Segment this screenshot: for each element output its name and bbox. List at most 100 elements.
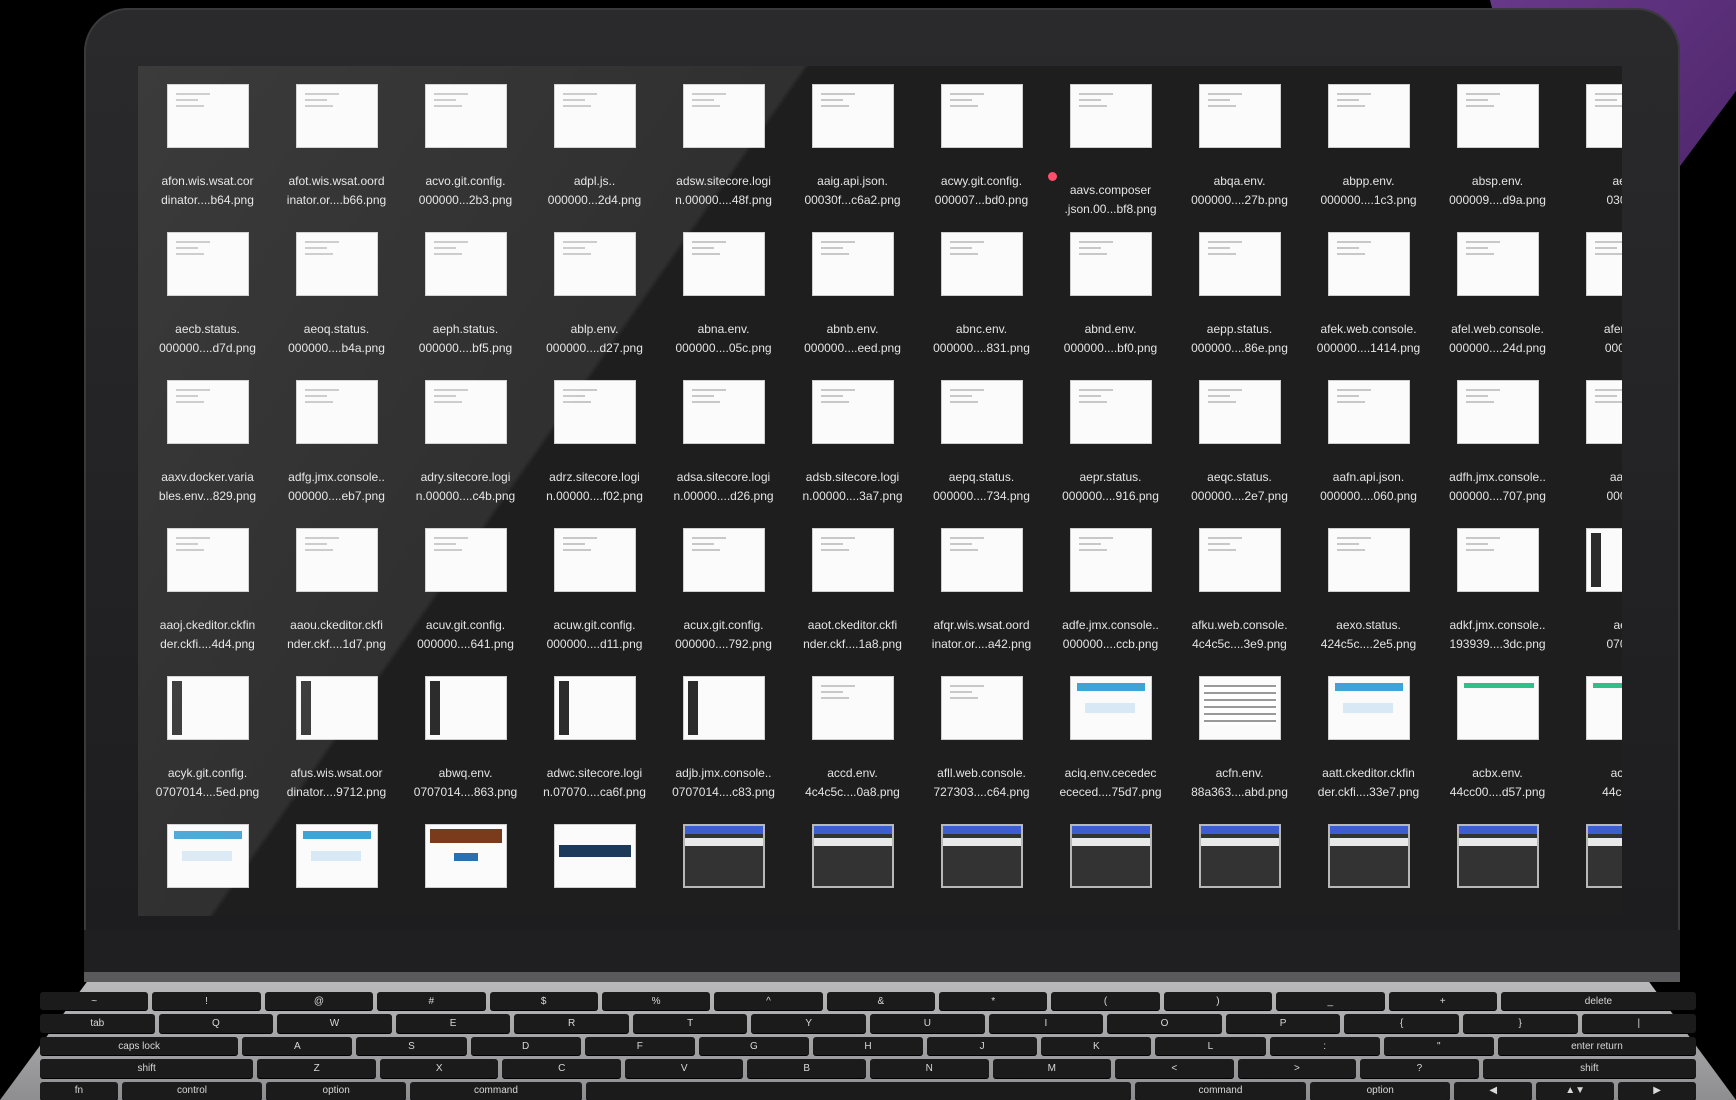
keyboard-key[interactable]: }: [1462, 1014, 1578, 1033]
keyboard-key[interactable]: delete: [1500, 992, 1696, 1011]
file-item[interactable]: adrz.sitecore.logi n.00000....f02.png: [530, 380, 659, 528]
file-item[interactable]: aaot.ckeditor.ckfi nder.ckf....1a8.png: [788, 528, 917, 676]
keyboard-key[interactable]: option: [1310, 1081, 1451, 1100]
keyboard-key[interactable]: |: [1581, 1014, 1697, 1033]
file-item[interactable]: acuw.git.config. 000000....d11.png: [530, 528, 659, 676]
file-item[interactable]: adkf.jmx.console.. 193939....3dc.png: [1433, 528, 1562, 676]
file-item[interactable]: aaig.api.json. 00030f...c6a2.png: [788, 84, 917, 232]
keyboard-key[interactable]: ~: [40, 992, 149, 1011]
file-item[interactable]: adfe.jmx.console.. 000000....ccb.png: [1046, 528, 1175, 676]
keyboard-key[interactable]: ▶: [1618, 1081, 1696, 1100]
keyboard-key[interactable]: N: [870, 1059, 989, 1078]
keyboard-key[interactable]: L: [1155, 1036, 1266, 1056]
file-item[interactable]: adjb.jmx.console.. 0707014....c83.png: [659, 676, 788, 824]
keyboard-key[interactable]: X: [379, 1059, 499, 1078]
keyboard-key[interactable]: >: [1237, 1059, 1357, 1078]
keyboard-key[interactable]: ": [1383, 1036, 1494, 1056]
keyboard-key[interactable]: !: [152, 992, 261, 1011]
file-item[interactable]: [917, 824, 1046, 916]
file-item[interactable]: afku.web.console. 4c4c5c....3e9.png: [1175, 528, 1304, 676]
file-item[interactable]: [1562, 824, 1622, 916]
keyboard-key[interactable]: V: [624, 1059, 744, 1078]
file-item[interactable]: [659, 824, 788, 916]
file-item[interactable]: abnd.env. 000000....bf0.png: [1046, 232, 1175, 380]
file-item[interactable]: aafn.api.json. 000000....060.png: [1304, 380, 1433, 528]
keyboard-key[interactable]: Y: [751, 1014, 867, 1033]
key-space[interactable]: [585, 1081, 1131, 1100]
file-item[interactable]: [530, 824, 659, 916]
file-item[interactable]: aaoj.ckeditor.ckfin der.ckfi....4d4.png: [143, 528, 272, 676]
keyboard-key[interactable]: $: [489, 992, 598, 1011]
file-item[interactable]: afek.web.console. 000000....1414.png: [1304, 232, 1433, 380]
file-item[interactable]: acuv.git.config. 000000....641.png: [401, 528, 530, 676]
keyboard-key[interactable]: P: [1225, 1014, 1341, 1033]
file-item[interactable]: [1304, 824, 1433, 916]
file-item[interactable]: acwy.git.config. 000007...bd0.png: [917, 84, 1046, 232]
file-item[interactable]: abpp.env. 000000....1c3.png: [1304, 84, 1433, 232]
file-item[interactable]: aeoq.status. 000000....b4a.png: [272, 232, 401, 380]
file-item[interactable]: acvo.git.config. 000000...2b3.png: [401, 84, 530, 232]
keyboard-key[interactable]: J: [927, 1036, 1038, 1056]
file-item[interactable]: acry.g 44cc00...: [1562, 676, 1622, 824]
keyboard-key[interactable]: fn: [40, 1081, 118, 1100]
file-item[interactable]: aatt.ckeditor.ckfin der.ckfi....33e7.png: [1304, 676, 1433, 824]
keyboard-key[interactable]: :: [1269, 1036, 1380, 1056]
keyboard-key[interactable]: ?: [1360, 1059, 1479, 1078]
file-item[interactable]: afot.wis.wsat.oord inator.or....b66.png: [272, 84, 401, 232]
file-item[interactable]: aavs.composer .json.00...bf8.png: [1046, 84, 1175, 232]
keyboard-key[interactable]: ^: [714, 992, 823, 1011]
keyboard-key[interactable]: +: [1388, 992, 1497, 1011]
file-item[interactable]: adwc.sitecore.logi n.07070....ca6f.png: [530, 676, 659, 824]
keyboard-key[interactable]: ▲▼: [1536, 1081, 1615, 1100]
file-item[interactable]: adsa.sitecore.logi n.00000....d26.png: [659, 380, 788, 528]
keyboard-key[interactable]: command: [410, 1081, 582, 1100]
file-item[interactable]: abnc.env. 000000....831.png: [917, 232, 1046, 380]
file-item[interactable]: aexo.status. 424c5c....2e5.png: [1304, 528, 1433, 676]
file-item[interactable]: absp.env. 000009....d9a.png: [1433, 84, 1562, 232]
keyboard-key[interactable]: K: [1041, 1036, 1152, 1056]
keyboard-key[interactable]: caps lock: [40, 1036, 239, 1056]
keyboard-key[interactable]: tab: [40, 1014, 155, 1033]
file-item[interactable]: abnb.env. 000000....eed.png: [788, 232, 917, 380]
keyboard-key[interactable]: control: [121, 1081, 263, 1100]
keyboard-key[interactable]: @: [264, 992, 374, 1011]
keyboard-key[interactable]: #: [377, 992, 486, 1011]
keyboard-key[interactable]: Z: [257, 1059, 376, 1078]
keyboard-key[interactable]: B: [747, 1059, 867, 1078]
keyboard-key[interactable]: %: [601, 992, 711, 1011]
file-item[interactable]: abna.env. 000000....05c.png: [659, 232, 788, 380]
keyboard-key[interactable]: ◀: [1454, 1081, 1533, 1100]
keyboard-key[interactable]: G: [698, 1036, 809, 1056]
file-item[interactable]: aepq.status. 000000....734.png: [917, 380, 1046, 528]
file-item[interactable]: acbx.env. 44cc00....d57.png: [1433, 676, 1562, 824]
keyboard-key[interactable]: E: [395, 1014, 511, 1033]
file-item[interactable]: [1046, 824, 1175, 916]
file-item[interactable]: adfg.jmx.console.. 000000....eb7.png: [272, 380, 401, 528]
file-item[interactable]: [143, 824, 272, 916]
keyboard-key[interactable]: T: [632, 1014, 748, 1033]
file-item[interactable]: [272, 824, 401, 916]
file-item[interactable]: ablp.env. 000000....d27.png: [530, 232, 659, 380]
keyboard-key[interactable]: Q: [158, 1014, 274, 1033]
file-item[interactable]: abqa.env. 000000....27b.png: [1175, 84, 1304, 232]
file-item[interactable]: abwq.env. 0707014....863.png: [401, 676, 530, 824]
keyboard-key[interactable]: S: [356, 1036, 467, 1056]
file-item[interactable]: aevu 070704: [1562, 528, 1622, 676]
file-item[interactable]: [401, 824, 530, 916]
file-item[interactable]: accd.env. 4c4c5c....0a8.png: [788, 676, 917, 824]
keyboard-key[interactable]: {: [1344, 1014, 1459, 1033]
keyboard-key[interactable]: option: [266, 1081, 407, 1100]
file-item[interactable]: aaou.ckeditor.ckfi nder.ckf....1d7.png: [272, 528, 401, 676]
file-item[interactable]: [1433, 824, 1562, 916]
file-item[interactable]: afll.web.console. 727303....c64.png: [917, 676, 1046, 824]
file-item[interactable]: adsw.sitecore.logi n.00000....48f.png: [659, 84, 788, 232]
file-item[interactable]: acyk.git.config. 0707014....5ed.png: [143, 676, 272, 824]
keyboard-key[interactable]: shift: [40, 1059, 254, 1078]
keyboard-key[interactable]: shift: [1482, 1059, 1697, 1078]
file-item[interactable]: aepp.status. 000000....86e.png: [1175, 232, 1304, 380]
keyboard-key[interactable]: command: [1134, 1081, 1307, 1100]
file-item[interactable]: acux.git.config. 000000....792.png: [659, 528, 788, 676]
keyboard-key[interactable]: ): [1163, 992, 1273, 1011]
keyboard-key[interactable]: A: [242, 1036, 353, 1056]
file-item[interactable]: adsb.sitecore.logi n.00000....3a7.png: [788, 380, 917, 528]
